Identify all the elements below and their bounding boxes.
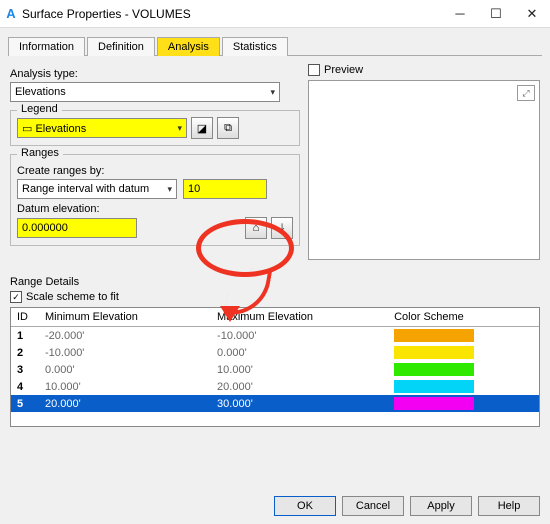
chevron-down-icon: ▾: [270, 87, 275, 98]
chevron-down-icon: ▾: [167, 184, 172, 195]
run-analysis-home-button[interactable]: ⌂: [245, 217, 267, 239]
help-button[interactable]: Help: [478, 496, 540, 516]
zoom-extents-button[interactable]: ⤢: [517, 85, 535, 101]
range-table[interactable]: ID Minimum Elevation Maximum Elevation C…: [10, 307, 540, 427]
preview-pane: ⤢: [308, 80, 540, 260]
tab-analysis[interactable]: Analysis: [157, 37, 220, 56]
legend-select[interactable]: ▭ Elevations ▾: [17, 118, 187, 138]
table-row[interactable]: 520.000'30.000': [11, 395, 539, 412]
analysis-type-value: Elevations: [15, 86, 66, 98]
legend-edit-button[interactable]: ◪: [191, 117, 213, 139]
table-row[interactable]: 1-20.000'-10.000': [11, 327, 539, 345]
tab-definition[interactable]: Definition: [87, 37, 155, 56]
datum-elevation-label: Datum elevation:: [17, 203, 293, 215]
table-row[interactable]: 30.000'10.000': [11, 361, 539, 378]
create-ranges-select[interactable]: Range interval with datum ▾: [17, 179, 177, 199]
preview-label: Preview: [324, 64, 363, 76]
legend-value: Elevations: [35, 123, 86, 135]
close-button[interactable]: ✕: [514, 0, 550, 28]
tab-information[interactable]: Information: [8, 37, 85, 56]
create-ranges-label: Create ranges by:: [17, 165, 293, 177]
scale-scheme-checkbox[interactable]: ✓ Scale scheme to fit: [10, 291, 540, 303]
analysis-type-label: Analysis type:: [10, 68, 300, 80]
range-details-title: Range Details: [10, 276, 540, 288]
chevron-down-icon: ▾: [177, 123, 182, 134]
preview-checkbox[interactable]: Preview: [308, 64, 540, 76]
layer-icon: ▭: [22, 123, 32, 135]
run-analysis-down-button[interactable]: ⤓: [271, 217, 293, 239]
minimize-button[interactable]: ─: [442, 0, 478, 28]
ranges-group-title: Ranges: [17, 147, 63, 159]
maximize-button[interactable]: ☐: [478, 0, 514, 28]
range-interval-input[interactable]: 10: [183, 179, 267, 199]
table-row[interactable]: 410.000'20.000': [11, 378, 539, 395]
app-logo-icon: A: [0, 6, 22, 21]
col-min[interactable]: Minimum Elevation: [39, 308, 211, 327]
ok-button[interactable]: OK: [274, 496, 336, 516]
tab-statistics[interactable]: Statistics: [222, 37, 288, 56]
cancel-button[interactable]: Cancel: [342, 496, 404, 516]
window-title: Surface Properties - VOLUMES: [22, 7, 442, 21]
create-ranges-value: Range interval with datum: [22, 183, 149, 195]
checkbox-icon: [308, 64, 320, 76]
col-color[interactable]: Color Scheme: [388, 308, 539, 327]
legend-group-title: Legend: [17, 103, 62, 115]
legend-import-button[interactable]: ⧉: [217, 117, 239, 139]
apply-button[interactable]: Apply: [410, 496, 472, 516]
checkbox-icon: ✓: [10, 291, 22, 303]
table-row[interactable]: 2-10.000'0.000': [11, 344, 539, 361]
col-max[interactable]: Maximum Elevation: [211, 308, 388, 327]
analysis-type-select[interactable]: Elevations ▾: [10, 82, 280, 102]
scale-scheme-label: Scale scheme to fit: [26, 291, 119, 303]
tab-strip: Information Definition Analysis Statisti…: [8, 36, 542, 56]
col-id[interactable]: ID: [11, 308, 39, 327]
datum-elevation-input[interactable]: 0.000000: [17, 218, 137, 238]
